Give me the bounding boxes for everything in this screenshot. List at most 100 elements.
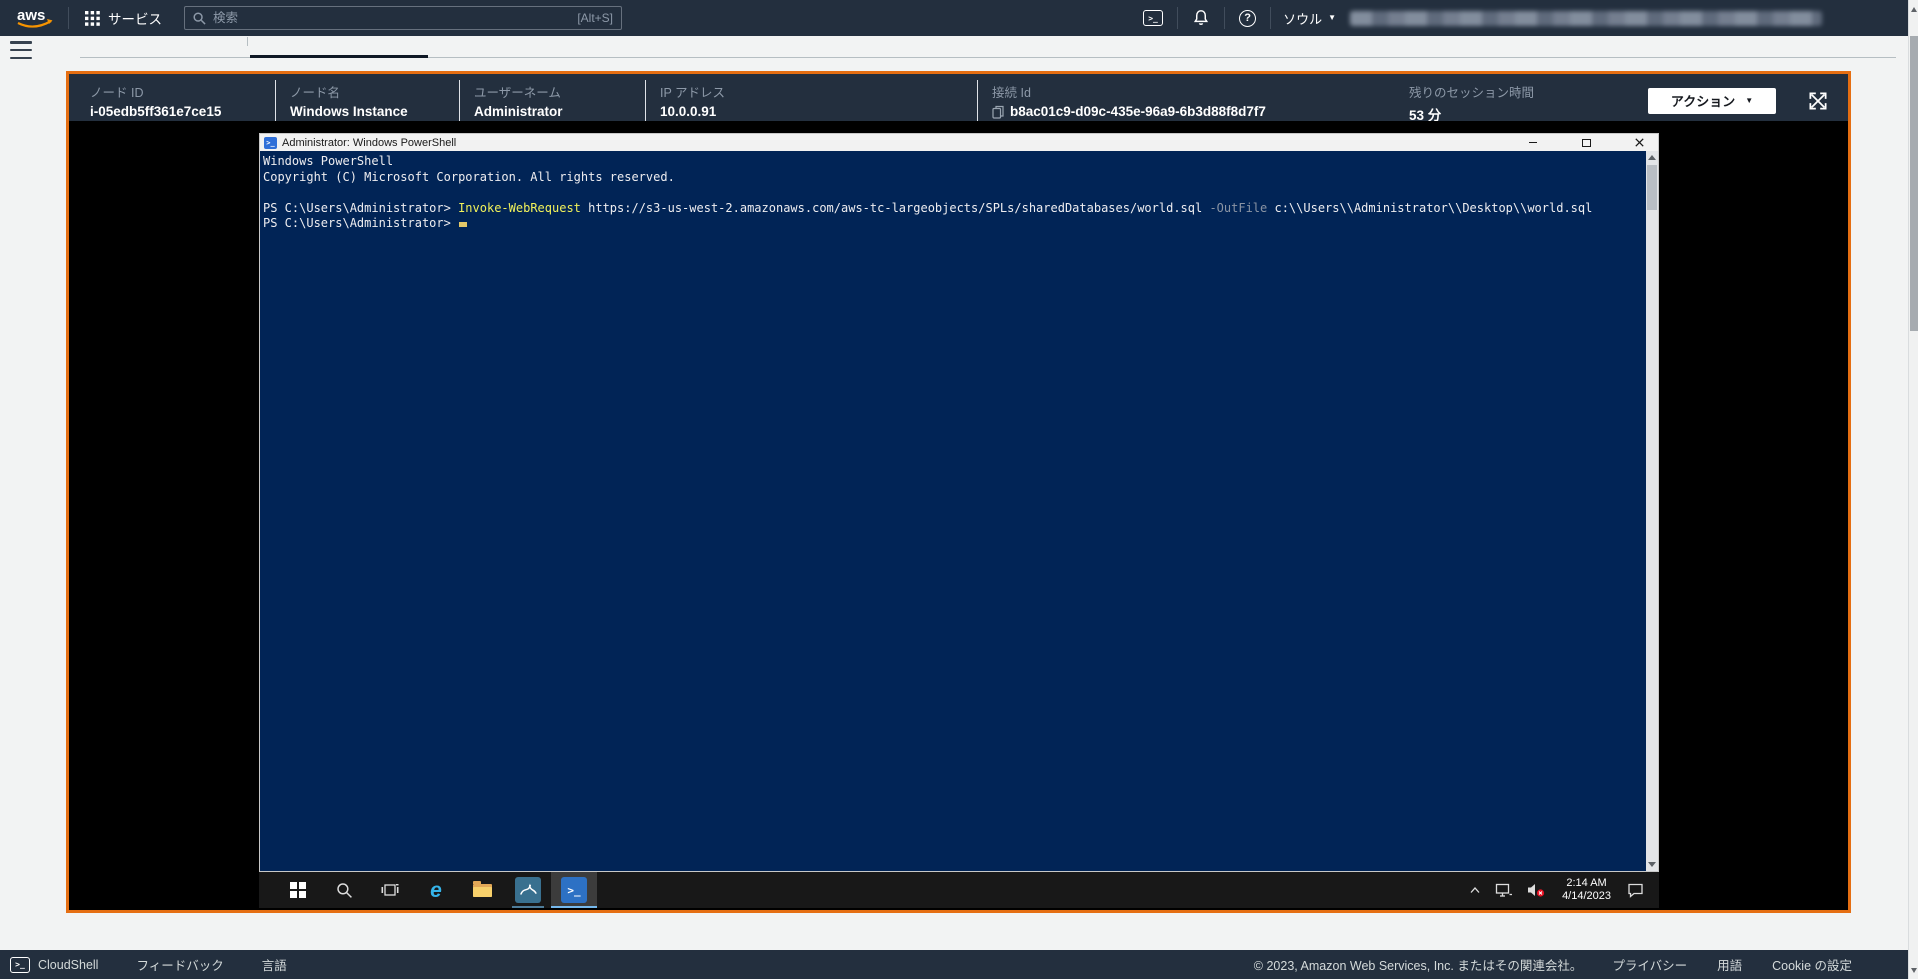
active-tab-underline[interactable] xyxy=(250,55,428,58)
footer-feedback-link[interactable]: フィードバック xyxy=(136,955,223,974)
node-id-label: ノード ID xyxy=(90,86,144,100)
scroll-up-arrow-icon[interactable] xyxy=(1646,151,1658,164)
services-grid-icon xyxy=(85,10,100,26)
connection-id-label: 接続 Id xyxy=(992,86,1031,100)
file-explorer-icon xyxy=(472,881,492,897)
close-icon xyxy=(1634,138,1644,147)
chevron-down-icon: ▼ xyxy=(1745,95,1754,105)
console-scrollbar[interactable] xyxy=(1646,151,1658,871)
file-explorer-button[interactable] xyxy=(459,872,505,908)
help-icon: ? xyxy=(1239,9,1257,27)
clock-date: 4/14/2023 xyxy=(1562,890,1611,902)
system-tray: 2:14 AM 4/14/2023 xyxy=(1466,872,1659,908)
console-command: Invoke-WebRequest xyxy=(458,200,581,215)
minimize-button[interactable] xyxy=(1518,135,1548,150)
console-prompt: PS C:\Users\Administrator> xyxy=(263,200,459,215)
cloudshell-button[interactable]: >_ xyxy=(1141,10,1165,26)
start-button[interactable] xyxy=(275,872,321,908)
account-menu-redacted[interactable] xyxy=(1350,10,1822,26)
hamburger-menu-icon[interactable] xyxy=(10,41,32,59)
fullscreen-button[interactable] xyxy=(1806,89,1830,113)
internet-explorer-icon: e xyxy=(430,878,442,902)
page-scrollbar[interactable] xyxy=(1908,0,1918,979)
speaker-muted-icon xyxy=(1528,884,1545,897)
footer-privacy-link[interactable]: プライバシー xyxy=(1612,955,1687,974)
page-scrollbar-thumb[interactable] xyxy=(1910,36,1918,331)
chevron-up-icon xyxy=(1470,887,1480,893)
nav-divider xyxy=(68,7,69,29)
remote-desktop-viewport[interactable]: >_ Administrator: Windows PowerShell Win… xyxy=(69,121,1848,910)
taskbar-search-button[interactable] xyxy=(321,872,367,908)
node-name-label: ノード名 xyxy=(290,86,341,100)
notifications-button[interactable] xyxy=(1190,9,1212,27)
aws-logo[interactable]: aws xyxy=(14,5,56,31)
nav-divider xyxy=(1224,7,1226,29)
services-label: サービス xyxy=(108,12,162,27)
maximize-button[interactable] xyxy=(1571,135,1601,150)
powershell-taskbar-button[interactable]: >_ xyxy=(551,872,597,908)
footer-cloudshell-button[interactable]: >_ CloudShell xyxy=(10,956,99,973)
ip-address-label: IP アドレス xyxy=(660,86,726,100)
network-icon xyxy=(1495,883,1513,897)
scrollbar-up-arrow-icon[interactable] xyxy=(1909,2,1918,16)
navbar-right-cluster: >_ ? ソウル ▼ xyxy=(1141,0,1822,36)
node-name-value: Windows Instance xyxy=(290,104,408,119)
global-search[interactable]: [Alt+S] xyxy=(184,6,622,30)
tray-volume-muted[interactable] xyxy=(1524,872,1549,908)
field-session-time-remaining: 残りのセッション時間 53 分 xyxy=(1395,80,1648,123)
footer-terms-link[interactable]: 用語 xyxy=(1717,955,1742,974)
powershell-titlebar[interactable]: >_ Administrator: Windows PowerShell xyxy=(260,134,1658,151)
chevron-down-icon: ▼ xyxy=(1328,13,1336,22)
search-icon xyxy=(193,11,206,25)
tray-network[interactable] xyxy=(1492,872,1516,908)
powershell-window-title: Administrator: Windows PowerShell xyxy=(282,136,457,149)
footer-cookie-settings-link[interactable]: Cookie の設定 xyxy=(1772,955,1852,974)
aws-footer: >_ CloudShell フィードバック 言語 © 2023, Amazon … xyxy=(0,950,1908,979)
action-center-button[interactable] xyxy=(1624,872,1647,908)
username-value: Administrator xyxy=(474,104,563,119)
session-info-header: ノード ID i-05edb5ff361e7ce15 ノード名 Windows … xyxy=(69,74,1848,123)
copyright-text: © 2023, Amazon Web Services, Inc. またはその関… xyxy=(1253,959,1583,973)
copy-icon[interactable] xyxy=(992,105,1004,119)
fullscreen-expand-icon xyxy=(1809,91,1827,110)
minimize-icon xyxy=(1529,141,1537,144)
clock-time: 2:14 AM xyxy=(1566,877,1607,889)
tray-chevron-up[interactable] xyxy=(1466,872,1484,908)
windows-taskbar: e >_ 2:14 AM 4/14/2023 xyxy=(259,872,1659,908)
field-connection-id: 接続 Id b8ac01c9-d09c-435e-96a9-6b3d88f8d7… xyxy=(977,80,1395,121)
console-prompt: PS C:\Users\Administrator> xyxy=(263,216,459,230)
powershell-window-icon: >_ xyxy=(264,136,277,149)
scroll-down-arrow-icon[interactable] xyxy=(1646,858,1658,871)
close-button[interactable] xyxy=(1624,135,1654,150)
footer-cloudshell-label: CloudShell xyxy=(38,957,99,972)
console-banner-line1: Windows PowerShell xyxy=(263,154,394,168)
field-node-name: ノード名 Windows Instance xyxy=(275,80,459,121)
mysql-workbench-button[interactable] xyxy=(505,872,551,908)
footer-language-link[interactable]: 言語 xyxy=(262,955,287,974)
console-url-argument: https://s3-us-west-2.amazonaws.com/aws-t… xyxy=(580,200,1210,215)
region-selector[interactable]: ソウル ▼ xyxy=(1283,9,1336,28)
region-label: ソウル xyxy=(1283,11,1323,27)
search-input[interactable] xyxy=(213,11,571,25)
internet-explorer-button[interactable]: e xyxy=(413,872,459,908)
search-icon xyxy=(336,882,352,898)
console-scrollbar-thumb[interactable] xyxy=(1647,165,1657,210)
cloudshell-terminal-icon: >_ xyxy=(10,956,30,973)
nav-divider xyxy=(1270,7,1272,29)
powershell-console[interactable]: Windows PowerShell Copyright (C) Microso… xyxy=(260,151,1646,871)
help-button[interactable]: ? xyxy=(1237,9,1258,27)
actions-button[interactable]: アクション ▼ xyxy=(1648,87,1776,114)
maximize-icon xyxy=(1581,138,1591,147)
node-id-value: i-05edb5ff361e7ce15 xyxy=(90,104,222,119)
aws-top-navbar: aws サービス [Alt+S] >_ xyxy=(0,0,1908,36)
console-output-path: c:\\Users\\Administrator\\Desktop\\world… xyxy=(1267,200,1593,215)
tab-separator-tick xyxy=(247,37,248,46)
taskbar-clock[interactable]: 2:14 AM 4/14/2023 xyxy=(1557,877,1616,903)
field-node-id: ノード ID i-05edb5ff361e7ce15 xyxy=(79,80,275,121)
task-view-button[interactable] xyxy=(367,872,413,908)
scrollbar-down-arrow-icon[interactable] xyxy=(1909,963,1918,977)
field-username: ユーザーネーム Administrator xyxy=(459,80,645,121)
nav-divider xyxy=(1177,7,1179,29)
services-menu-button[interactable]: サービス xyxy=(81,8,166,28)
bell-icon xyxy=(1194,10,1209,26)
